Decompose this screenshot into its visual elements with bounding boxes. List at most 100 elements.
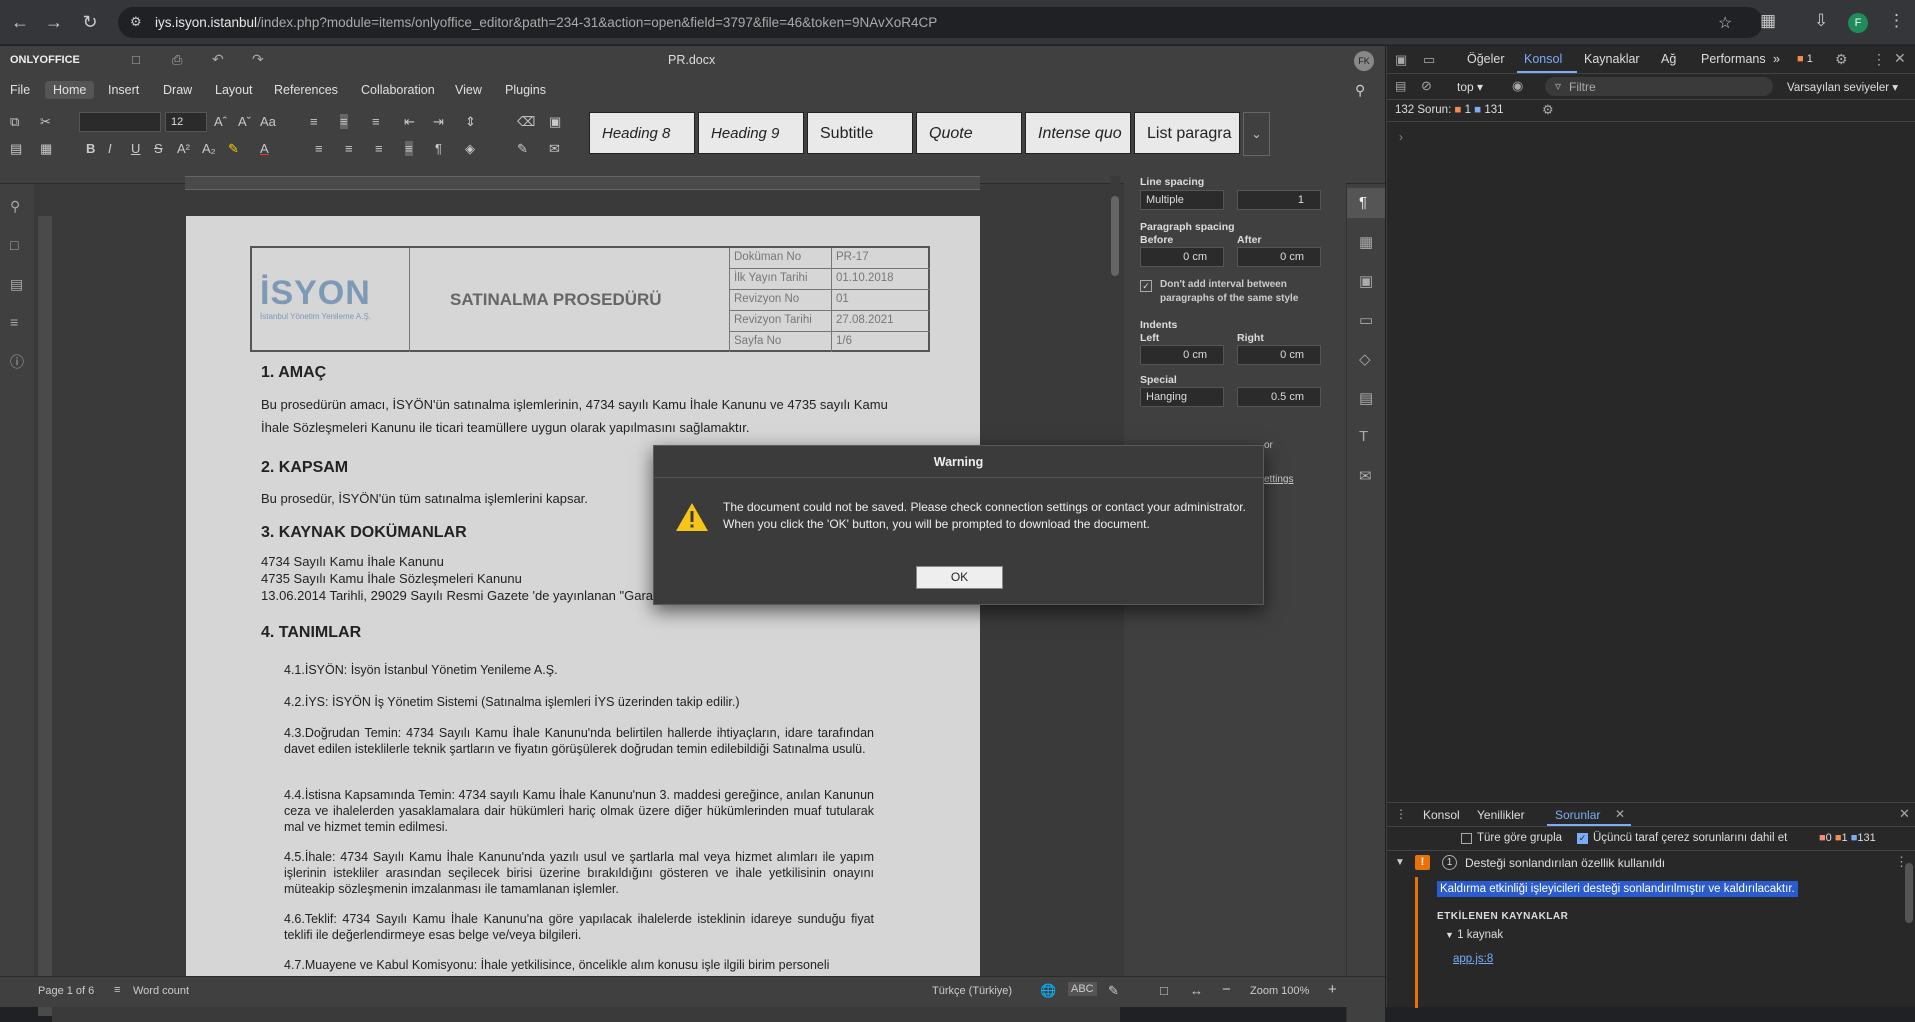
ok-button[interactable]: OK (916, 566, 1003, 589)
settings-icon[interactable]: ⚙ (1835, 51, 1848, 68)
tab-plugins[interactable]: Plugins (497, 81, 554, 99)
filter-input[interactable]: ▿ Filtre (1545, 77, 1773, 96)
redo-icon[interactable]: ↷ (252, 51, 264, 68)
line-spacing-icon[interactable]: ⇕ (465, 114, 476, 130)
eye-icon[interactable]: ◉ (1512, 78, 1523, 94)
reload-icon[interactable]: ↻ (78, 10, 102, 34)
tab-view[interactable]: View (447, 81, 490, 99)
console-prompt-icon[interactable]: › (1399, 130, 1403, 144)
font-color-icon[interactable]: A (260, 141, 269, 156)
undo-icon[interactable]: ↶ (212, 51, 224, 68)
special-mode-select[interactable]: Hanging (1140, 387, 1224, 407)
fit-width-icon[interactable]: ↔ (1190, 983, 1203, 998)
menu-icon[interactable]: ⋮ (1888, 11, 1905, 31)
issue-row[interactable]: ▼ ! 1 Desteği sonlandırılan özellik kull… (1387, 851, 1915, 877)
tab-performance[interactable]: Performans (1701, 52, 1766, 66)
back-icon[interactable]: ← (8, 10, 32, 34)
multilevel-icon[interactable]: ≡ (372, 114, 380, 129)
issues-badge[interactable]: ■ 1 (1797, 53, 1813, 65)
download-icon[interactable]: ⇩ (1814, 11, 1828, 31)
italic-icon[interactable]: I (108, 141, 112, 156)
mail-merge-icon[interactable]: ✉ (549, 141, 560, 157)
special-value-input[interactable]: 0.5 cm (1237, 387, 1321, 407)
zoom-in-icon[interactable]: + (1328, 981, 1337, 998)
mail-merge-icon[interactable]: ✉ (1359, 467, 1372, 485)
tab-elements[interactable]: Öğeler (1467, 52, 1505, 66)
tab-network[interactable]: Ağ (1661, 52, 1676, 66)
underline-icon[interactable]: U (131, 141, 140, 156)
tab-home[interactable]: Home (45, 81, 95, 99)
increase-indent-icon[interactable]: ⇥ (433, 114, 444, 130)
spellcheck-icon[interactable]: ABC (1068, 982, 1097, 996)
numbering-icon[interactable]: ≡ (340, 114, 348, 129)
console-settings-icon[interactable]: ⚙ (1542, 102, 1554, 118)
shading-icon[interactable]: ◈ (465, 141, 475, 157)
fit-page-icon[interactable]: □ (1160, 983, 1168, 998)
log-levels-select[interactable]: Varsayılan seviyeler ▾ (1787, 80, 1898, 94)
before-spacing-input[interactable]: 0 cm (1140, 247, 1224, 267)
line-spacing-value[interactable]: 1 (1237, 190, 1321, 210)
style-quote[interactable]: Quote (916, 112, 1022, 154)
header-footer-icon[interactable]: ▭ (1359, 311, 1373, 329)
profile-avatar[interactable]: F (1848, 13, 1868, 33)
user-avatar[interactable]: FK (1354, 51, 1374, 71)
save-icon[interactable]: □ (132, 52, 140, 67)
address-bar[interactable]: ⚙ iys.isyon.istanbul/index.php?module=it… (118, 7, 1763, 38)
tab-layout[interactable]: Layout (207, 81, 261, 99)
font-name-select[interactable] (79, 112, 161, 132)
style-list-paragraph[interactable]: List paragra (1134, 112, 1240, 154)
tab-draw[interactable]: Draw (155, 81, 200, 99)
copy-style-icon[interactable]: ✎ (517, 141, 528, 157)
shape-icon[interactable]: ◇ (1359, 350, 1371, 368)
navigation-icon[interactable]: ≡ (10, 314, 18, 330)
zoom-out-icon[interactable]: − (1222, 981, 1231, 998)
copy-icon[interactable]: ⧉ (10, 114, 19, 130)
close-tab-icon[interactable]: ✕ (1615, 807, 1625, 821)
more-options-icon[interactable]: ⋮ (1872, 51, 1886, 68)
inspect-icon[interactable]: ▣ (1395, 52, 1407, 68)
drawer-tab-console[interactable]: Konsol (1423, 808, 1460, 822)
sidebar-toggle-icon[interactable]: ▤ (1395, 79, 1406, 93)
word-count-icon[interactable]: ≡ (114, 984, 120, 996)
close-drawer-icon[interactable]: ✕ (1899, 806, 1910, 822)
clear-console-icon[interactable]: ⊘ (1421, 78, 1432, 94)
style-heading-9[interactable]: Heading 9 (698, 112, 804, 154)
advanced-settings-link[interactable]: ettings (1264, 474, 1293, 485)
source-file-link[interactable]: app.js:8 (1453, 953, 1493, 965)
chart-icon[interactable]: ▤ (1359, 389, 1373, 407)
third-party-checkbox[interactable]: ✓ (1577, 833, 1588, 844)
image-icon[interactable]: ▣ (1359, 272, 1373, 290)
track-changes-icon[interactable]: ✎ (1108, 983, 1119, 999)
context-select[interactable]: top ▾ (1457, 80, 1483, 94)
word-count-button[interactable]: Word count (133, 985, 189, 997)
drawer-tab-whats-new[interactable]: Yenilikler (1477, 808, 1525, 822)
info-icon[interactable]: ⓘ (10, 352, 24, 372)
align-center-icon[interactable]: ≡ (345, 141, 353, 156)
increase-font-icon[interactable]: Aˆ (214, 114, 227, 129)
search-icon[interactable]: ⚲ (1355, 82, 1365, 99)
drawer-scroll-thumb[interactable] (1905, 863, 1913, 923)
right-indent-input[interactable]: 0 cm (1237, 345, 1321, 365)
subscript-icon[interactable]: A₂ (202, 141, 216, 156)
cut-icon[interactable]: ✂ (40, 114, 51, 130)
clear-style-icon[interactable]: ⌫ (517, 114, 535, 130)
collapse-icon[interactable]: ▼ (1395, 857, 1405, 868)
tab-collaboration[interactable]: Collaboration (353, 81, 443, 99)
font-size-select[interactable]: 12 (165, 112, 207, 132)
comments-icon[interactable]: □ (10, 237, 18, 253)
bookmark-star-icon[interactable]: ☆ (1718, 13, 1732, 33)
tab-sources[interactable]: Kaynaklar (1584, 52, 1640, 66)
decrease-indent-icon[interactable]: ⇤ (404, 114, 415, 130)
decrease-font-icon[interactable]: Aˇ (238, 114, 251, 129)
close-devtools-icon[interactable]: ✕ (1894, 50, 1906, 67)
extensions-icon[interactable]: ▦ (1760, 11, 1776, 31)
tab-references[interactable]: References (266, 81, 346, 99)
scroll-thumb[interactable] (1111, 196, 1119, 276)
color-scheme-icon[interactable]: ▣ (549, 114, 561, 130)
doc-language-icon[interactable]: 🌐 (1040, 983, 1056, 999)
drawer-tab-issues[interactable]: Sorunlar (1555, 808, 1600, 822)
paragraph-mark-icon[interactable]: ¶ (435, 141, 442, 156)
table-icon[interactable]: ▦ (1359, 233, 1373, 251)
change-case-icon[interactable]: Aa (260, 114, 276, 129)
device-toolbar-icon[interactable]: ▭ (1423, 52, 1435, 68)
